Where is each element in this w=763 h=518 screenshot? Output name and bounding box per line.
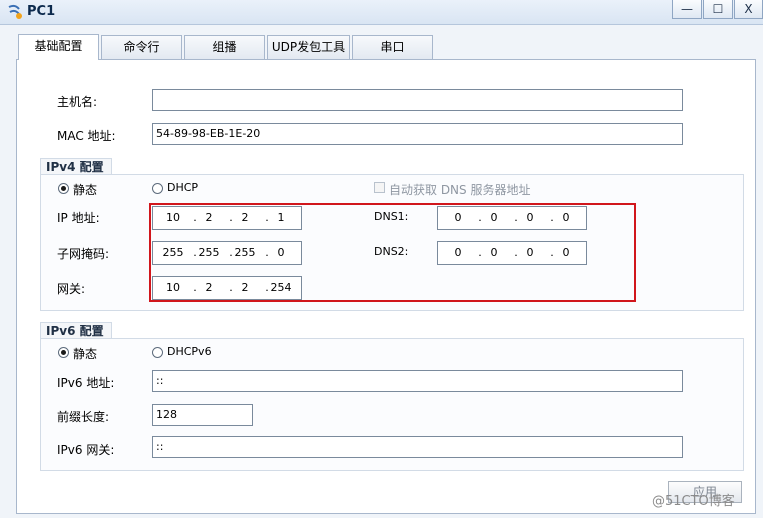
ipv4-static-radio[interactable] [58, 183, 69, 194]
gateway-label: 网关: [57, 282, 86, 296]
hostname-input[interactable] [152, 89, 683, 111]
mac-address-field[interactable]: 54-89-98-EB-1E-20 [152, 123, 683, 145]
maximize-button[interactable]: ☐ [703, 0, 733, 19]
ipv6-static-label: 静态 [73, 347, 98, 361]
prefix-length-label: 前缀长度: [57, 410, 110, 424]
watermark: @51CTO博客 [652, 494, 735, 509]
highlight-box [149, 203, 636, 302]
ipv6-dhcp-radio[interactable] [152, 347, 163, 358]
tab-command-line[interactable]: 命令行 [101, 35, 182, 59]
ipv6-gateway-label: IPv6 网关: [57, 443, 115, 457]
mac-label: MAC 地址: [57, 129, 116, 143]
auto-dns-checkbox[interactable] [374, 182, 385, 193]
ipv6-group-title: IPv6 配置 [40, 322, 112, 339]
prefix-length-input[interactable]: 128 [152, 404, 253, 426]
ipv4-static-label: 静态 [73, 183, 98, 197]
ipv4-group-title: IPv4 配置 [40, 158, 112, 175]
minimize-button[interactable]: — [672, 0, 702, 19]
ipv6-address-input[interactable]: :: [152, 370, 683, 392]
tab-udp-tool[interactable]: UDP发包工具 [267, 35, 350, 59]
ipv6-gateway-input[interactable]: :: [152, 436, 683, 458]
auto-dns-label: 自动获取 DNS 服务器地址 [389, 183, 531, 197]
tab-serial[interactable]: 串口 [352, 35, 433, 59]
ipv6-dhcp-label: DHCPv6 [167, 345, 212, 358]
close-button[interactable]: X [734, 0, 763, 19]
network-pc-icon [8, 4, 22, 19]
ipv6-address-label: IPv6 地址: [57, 376, 115, 390]
tab-multicast[interactable]: 组播 [184, 35, 265, 59]
window-title: PC1 [27, 4, 56, 19]
ipv4-dhcp-radio[interactable] [152, 183, 163, 194]
ip-address-label: IP 地址: [57, 211, 100, 225]
window-titlebar[interactable]: PC1 — ☐ X [0, 0, 763, 25]
subnet-mask-label: 子网掩码: [57, 247, 110, 261]
tab-basic-config[interactable]: 基础配置 [18, 34, 99, 60]
hostname-label: 主机名: [57, 95, 98, 109]
ipv6-static-radio[interactable] [58, 347, 69, 358]
ipv4-dhcp-label: DHCP [167, 181, 199, 194]
